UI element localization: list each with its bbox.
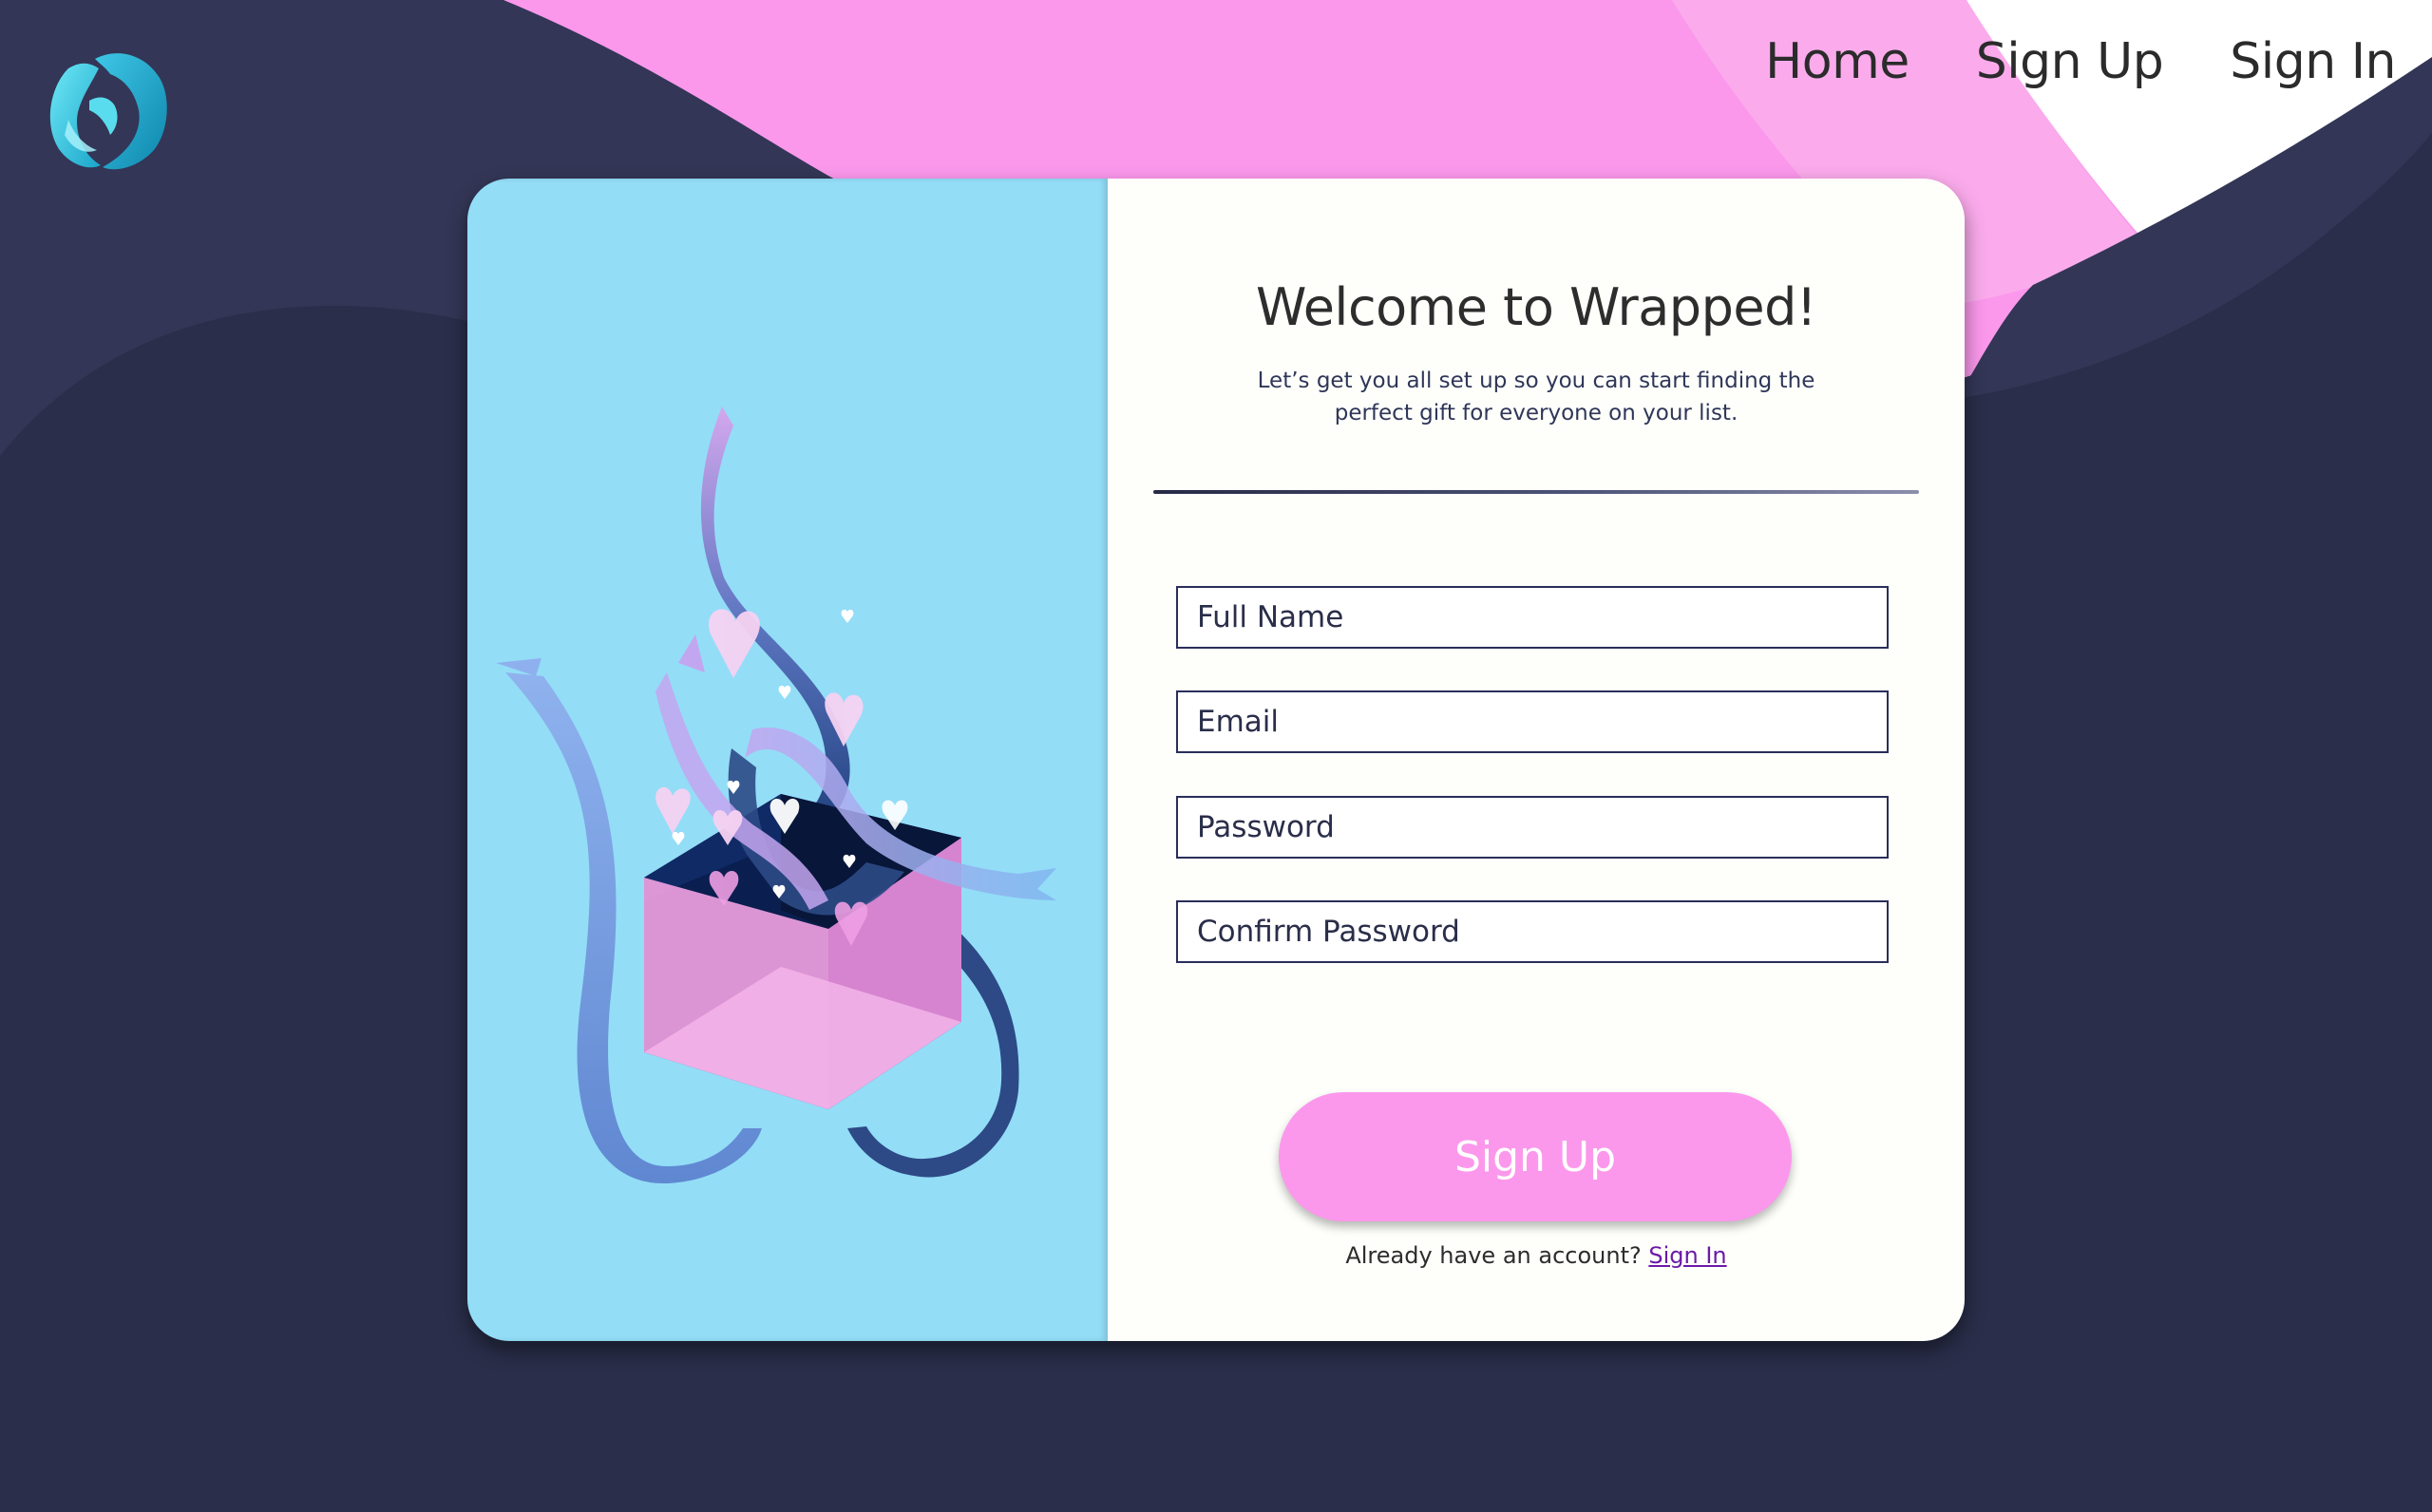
signup-form-panel: Welcome to Wrapped! Let’s get you all se… bbox=[1108, 179, 1965, 1341]
wrapped-logo-icon[interactable] bbox=[40, 40, 175, 175]
form-subtitle: Let’s get you all set up so you can star… bbox=[1257, 369, 1815, 425]
sign-up-button[interactable]: Sign Up bbox=[1279, 1092, 1792, 1221]
already-have-account: Already have an account? Sign In bbox=[1108, 1242, 1965, 1269]
already-have-account-text: Already have an account? bbox=[1345, 1242, 1642, 1269]
signup-card: Welcome to Wrapped! Let’s get you all se… bbox=[467, 179, 1965, 1341]
sign-in-link[interactable]: Sign In bbox=[1648, 1242, 1726, 1269]
illustration-panel bbox=[467, 179, 1108, 1341]
full-name-field[interactable] bbox=[1176, 586, 1889, 649]
gift-box-with-ribbons-and-hearts-icon bbox=[496, 405, 1056, 1184]
nav-link-sign-in[interactable]: Sign In bbox=[2230, 33, 2396, 90]
top-nav: Home Sign Up Sign In bbox=[1765, 28, 2432, 95]
nav-link-home[interactable]: Home bbox=[1765, 33, 1910, 90]
password-field[interactable] bbox=[1176, 796, 1889, 859]
page: Home Sign Up Sign In Welcome to Wrapped!… bbox=[0, 0, 2432, 1512]
nav-link-sign-up[interactable]: Sign Up bbox=[1976, 33, 2164, 90]
confirm-password-field[interactable] bbox=[1176, 900, 1889, 963]
form-title: Welcome to Wrapped! bbox=[1255, 277, 1817, 337]
email-field[interactable] bbox=[1176, 690, 1889, 753]
divider bbox=[1153, 490, 1919, 494]
